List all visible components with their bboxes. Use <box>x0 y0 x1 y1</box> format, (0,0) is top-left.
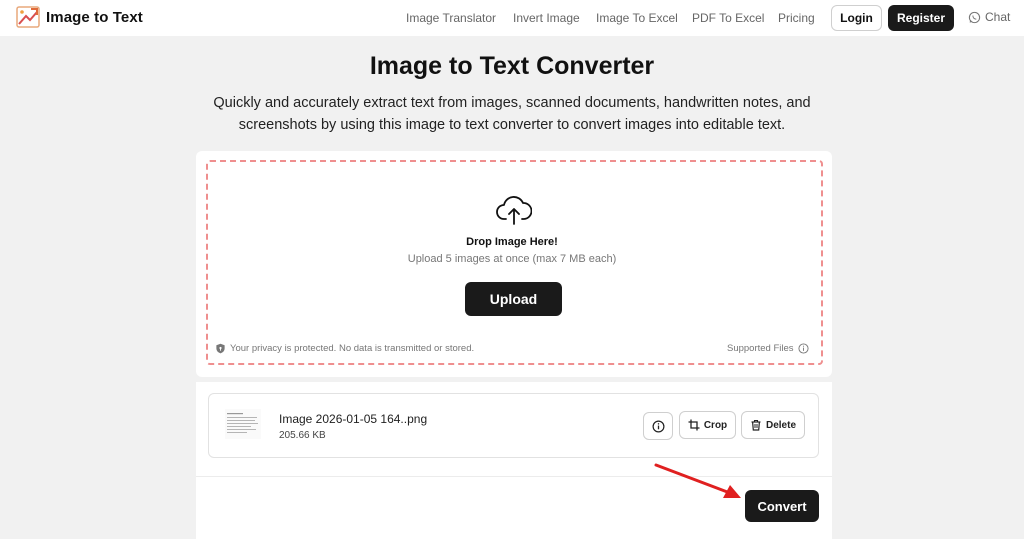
privacy-note: Your privacy is protected. No data is tr… <box>215 343 474 354</box>
nav-invert-image[interactable]: Invert Image <box>513 11 580 25</box>
crop-label: Crop <box>703 419 728 431</box>
file-info-button[interactable] <box>643 412 673 440</box>
convert-button[interactable]: Convert <box>745 490 819 522</box>
register-button[interactable]: Register <box>888 5 954 31</box>
privacy-text: Your privacy is protected. No data is tr… <box>230 343 475 354</box>
image-thumbnail <box>225 409 261 439</box>
upload-button[interactable]: Upload <box>465 282 562 316</box>
chat-link[interactable]: Chat <box>968 10 1010 24</box>
file-name: Image 2026-01-05 164..png <box>279 412 428 426</box>
file-size: 205.66 KB <box>279 430 326 441</box>
delete-label: Delete <box>765 419 796 431</box>
page-subtitle: Quickly and accurately extract text from… <box>213 95 811 133</box>
chat-label: Chat <box>985 10 1011 24</box>
drop-subtitle: Upload 5 images at once (max 7 MB each) <box>407 253 617 265</box>
whatsapp-chat-icon <box>968 11 981 23</box>
info-circle-icon <box>798 343 809 354</box>
top-navbar: Image to Text Image Translator Invert Im… <box>0 0 1024 36</box>
crop-button[interactable]: Crop <box>679 411 736 439</box>
info-circle-icon <box>652 420 664 432</box>
login-button[interactable]: Login <box>831 5 882 31</box>
shield-icon <box>216 343 225 354</box>
logo-icon <box>16 6 40 28</box>
nav-image-translator[interactable]: Image Translator <box>406 11 496 25</box>
brand-link[interactable]: Image to Text <box>16 6 143 28</box>
crop-icon <box>688 419 700 431</box>
red-arrow-annotation <box>654 463 741 498</box>
supported-files-label: Supported Files <box>727 343 794 354</box>
cloud-upload-icon <box>496 196 532 225</box>
nav-pdf-to-excel[interactable]: PDF To Excel <box>692 11 764 25</box>
brand-name: Image to Text <box>46 8 143 26</box>
trash-icon <box>751 419 761 431</box>
supported-files-link[interactable]: Supported Files <box>727 343 809 354</box>
drop-title: Drop Image Here! <box>466 236 558 248</box>
page-title: Image to Text Converter <box>369 52 655 80</box>
nav-image-to-excel[interactable]: Image To Excel <box>596 11 678 25</box>
delete-button[interactable]: Delete <box>741 411 805 439</box>
nav-pricing[interactable]: Pricing <box>778 11 815 25</box>
